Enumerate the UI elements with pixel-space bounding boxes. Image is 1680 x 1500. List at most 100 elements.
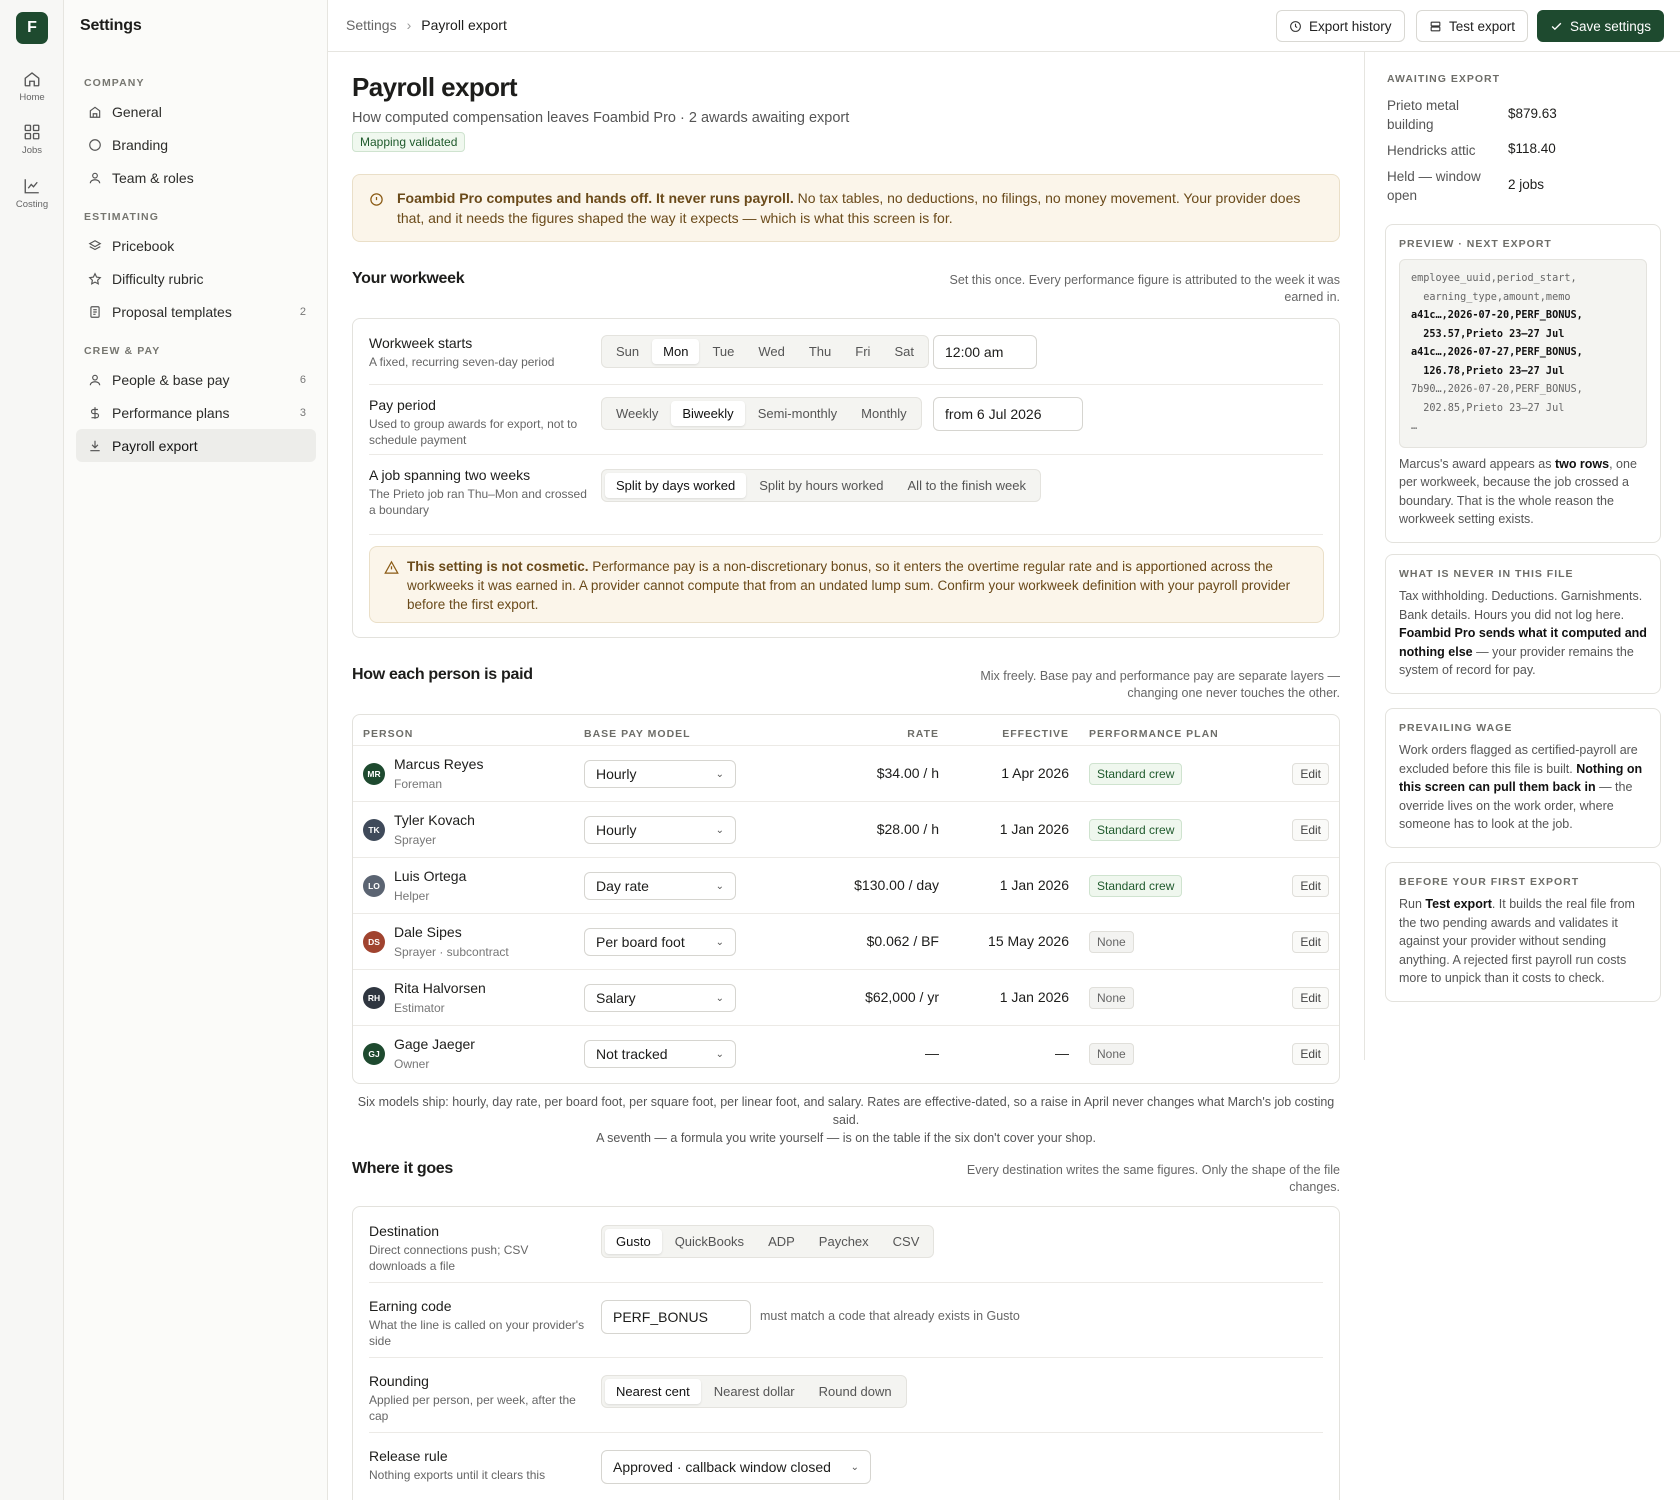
rail-jobs[interactable]: Jobs <box>0 123 64 156</box>
rail-home[interactable]: Home <box>0 70 64 103</box>
destination-option[interactable]: Paychex <box>808 1229 880 1254</box>
destination-option-selected[interactable]: Gusto <box>605 1229 662 1254</box>
pay-rate: $0.062 / BF <box>866 933 939 949</box>
setting-label: Earning code What the line is called on … <box>369 1298 589 1349</box>
sidebar-item-label: Difficulty rubric <box>112 270 204 287</box>
day-option[interactable]: Sun <box>605 339 650 364</box>
setting-desc: Applied per person, per week, after the … <box>369 1393 576 1423</box>
edit-button[interactable]: Edit <box>1292 875 1329 897</box>
edit-button[interactable]: Edit <box>1292 987 1329 1009</box>
edit-button[interactable]: Edit <box>1292 819 1329 841</box>
pay-period-selector[interactable]: Weekly Biweekly Semi-monthly Monthly <box>601 397 922 430</box>
destination-option[interactable]: ADP <box>757 1229 806 1254</box>
avatar: GJ <box>363 1043 385 1065</box>
export-preview-code: employee_uuid,period_start, earning_type… <box>1399 259 1647 448</box>
period-option-selected[interactable]: Biweekly <box>671 401 745 426</box>
preview-heading: PREVIEW · NEXT EXPORT <box>1399 238 1552 250</box>
base-pay-model-select[interactable]: Hourly ⌄ <box>584 816 736 844</box>
icon-rail: F Home Jobs Costing <box>0 0 64 1500</box>
rounding-option-selected[interactable]: Nearest cent <box>605 1379 701 1404</box>
rounding-selector[interactable]: Nearest cent Nearest dollar Round down <box>601 1375 907 1408</box>
sidebar-item-label: Payroll export <box>112 437 198 454</box>
day-option[interactable]: Sat <box>883 339 925 364</box>
period-option[interactable]: Semi-monthly <box>747 401 848 426</box>
day-option[interactable]: Tue <box>701 339 745 364</box>
destination-row: Destination Direct connections push; CSV… <box>369 1223 1323 1283</box>
destination-selector[interactable]: Gusto QuickBooks ADP Paychex CSV <box>601 1225 935 1258</box>
rail-jobs-label: Jobs <box>21 145 43 156</box>
period-option[interactable]: Monthly <box>850 401 918 426</box>
earning-code-input[interactable]: PERF_BONUS <box>601 1300 751 1334</box>
sidebar-item-team[interactable]: Team & roles <box>76 161 316 194</box>
sidebar-item-label: Performance plans <box>112 404 230 421</box>
edit-button[interactable]: Edit <box>1292 763 1329 785</box>
code-line: 253.57,Prieto 23–27 Jul <box>1411 328 1565 340</box>
performance-plan-badge: None <box>1089 987 1134 1009</box>
base-pay-model-select[interactable]: Salary ⌄ <box>584 984 736 1012</box>
base-pay-model-select[interactable]: Per board foot ⌄ <box>584 928 736 956</box>
sidebar-item-branding[interactable]: Branding <box>76 128 316 161</box>
person-role: Sprayer <box>394 833 437 847</box>
sidebar-item-label: General <box>112 103 162 120</box>
sidebar-item-payroll-export[interactable]: Payroll export <box>76 429 316 462</box>
breadcrumb-root[interactable]: Settings <box>346 17 397 33</box>
sidebar-item-label: Pricebook <box>112 237 175 254</box>
group-crew-pay: CREW & PAY <box>84 345 161 357</box>
export-history-button[interactable]: Export history <box>1276 10 1405 42</box>
sidebar-item-proposal-templates[interactable]: Proposal templates 2 <box>76 295 316 328</box>
base-pay-model-select[interactable]: Not tracked ⌄ <box>584 1040 736 1068</box>
effective-date: 1 Jan 2026 <box>999 989 1069 1005</box>
breadcrumb: Settings › Payroll export <box>346 17 507 33</box>
sidebar-item-difficulty[interactable]: Difficulty rubric <box>76 262 316 295</box>
sidebar-item-pricebook[interactable]: Pricebook <box>76 229 316 262</box>
base-pay-model-select[interactable]: Day rate ⌄ <box>584 872 736 900</box>
rounding-option[interactable]: Nearest dollar <box>703 1379 806 1404</box>
day-option[interactable]: Fri <box>844 339 881 364</box>
wage-explanation: Work orders flagged as certified-payroll… <box>1399 741 1647 834</box>
rail-costing[interactable]: Costing <box>0 177 64 210</box>
sidebar-item-people[interactable]: People & base pay 6 <box>76 363 316 396</box>
period-start-input[interactable]: from 6 Jul 2026 <box>933 397 1083 431</box>
sidebar-item-general[interactable]: General <box>76 95 316 128</box>
page-title: Payroll export <box>352 72 518 102</box>
test-export-button[interactable]: Test export <box>1416 10 1529 42</box>
avatar: DS <box>363 931 385 953</box>
destination-option[interactable]: QuickBooks <box>664 1229 755 1254</box>
export-history-label: Export history <box>1309 18 1392 34</box>
span-option-selected[interactable]: Split by days worked <box>605 473 747 498</box>
destination-option[interactable]: CSV <box>882 1229 931 1254</box>
footnote-line: A seventh — a formula you write yourself… <box>596 1131 1096 1145</box>
table-row: GJ Gage Jaeger Owner Not tracked ⌄ — — None Edit <box>353 1025 1339 1081</box>
day-option-selected[interactable]: Mon <box>652 339 700 364</box>
span-option[interactable]: All to the finish week <box>897 473 1038 498</box>
workweek-card: Workweek starts A fixed, recurring seven… <box>352 318 1340 638</box>
star-icon <box>88 271 102 285</box>
avatar: TK <box>363 819 385 841</box>
chevron-down-icon: ⌄ <box>715 880 724 892</box>
warning-notice: This setting is not cosmetic. Performanc… <box>369 546 1324 623</box>
start-time-input[interactable]: 12:00 am <box>933 335 1037 369</box>
app-logo[interactable]: F <box>16 12 48 44</box>
release-rule-value: Approved · callback window closed <box>613 1459 831 1475</box>
workweek-day-selector[interactable]: Sun Mon Tue Wed Thu Fri Sat <box>601 335 929 368</box>
wage-heading: PREVAILING WAGE <box>1399 722 1513 734</box>
day-option[interactable]: Thu <box>798 339 842 364</box>
breadcrumb-current: Payroll export <box>421 17 507 33</box>
base-pay-model-select[interactable]: Hourly ⌄ <box>584 760 736 788</box>
edit-button[interactable]: Edit <box>1292 1043 1329 1065</box>
job-span-selector[interactable]: Split by days worked Split by hours work… <box>601 469 1042 502</box>
text: Tax withholding. Deductions. Garnishment… <box>1399 589 1643 622</box>
sidebar-item-performance-plans[interactable]: Performance plans 3 <box>76 396 316 429</box>
day-option[interactable]: Wed <box>747 339 796 364</box>
section-people-heading: How each person is paid <box>352 666 533 683</box>
workweek-starts-row: Workweek starts A fixed, recurring seven… <box>369 335 1323 385</box>
rounding-option[interactable]: Round down <box>808 1379 903 1404</box>
period-option[interactable]: Weekly <box>605 401 669 426</box>
avatar: MR <box>363 763 385 785</box>
rail-home-label: Home <box>19 92 45 103</box>
release-rule-select[interactable]: Approved · callback window closed ⌄ <box>601 1450 871 1484</box>
span-option[interactable]: Split by hours worked <box>748 473 894 498</box>
setting-desc: Nothing exports until it clears this <box>369 1468 546 1482</box>
save-settings-button[interactable]: Save settings <box>1537 10 1665 42</box>
edit-button[interactable]: Edit <box>1292 931 1329 953</box>
